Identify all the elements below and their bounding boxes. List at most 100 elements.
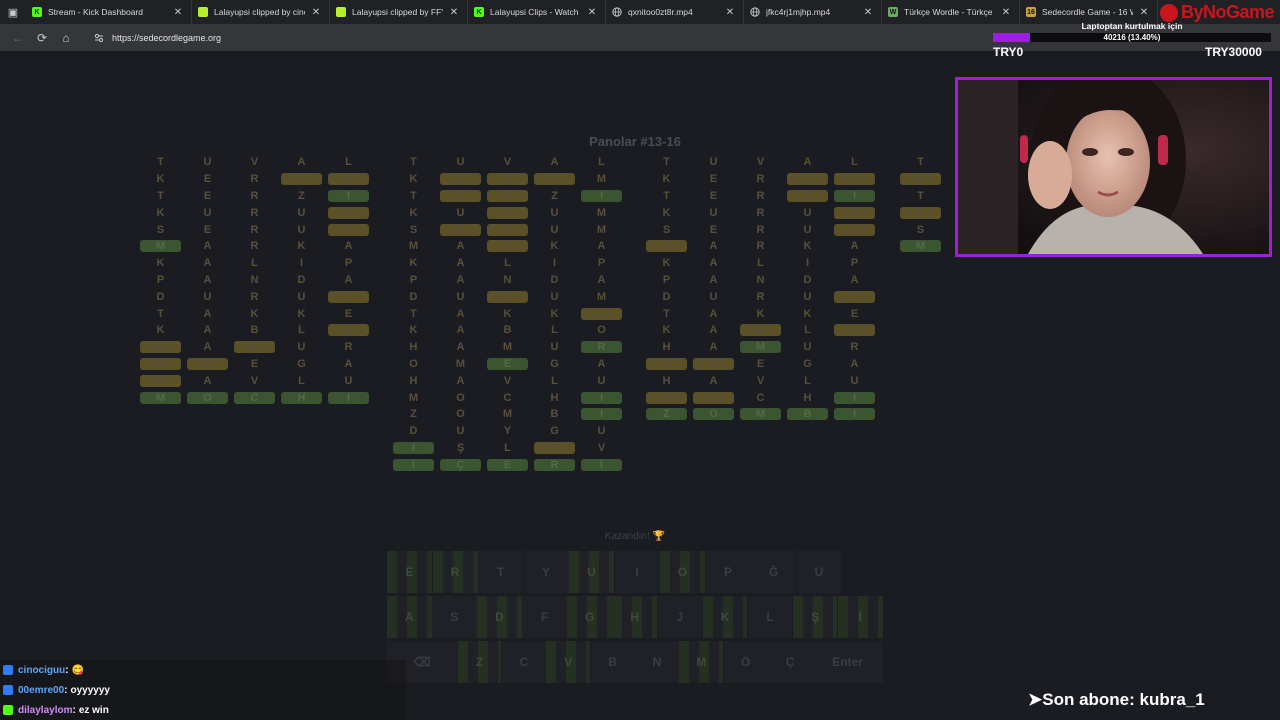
enter-key[interactable]: Enter [812,641,883,683]
tile-letter: M [834,290,875,303]
tile-letter: A [203,324,212,337]
key[interactable]: Y [523,551,569,593]
key[interactable]: B [590,641,635,683]
tab-close-icon[interactable]: ✕ [1137,7,1151,18]
key[interactable]: Ö [723,641,768,683]
letter-tile: A [831,356,878,373]
letter-tile: I [831,389,878,406]
tile-letter: U [297,206,306,219]
key[interactable]: V [546,641,591,683]
tile-letter: L [504,441,511,454]
tab-close-icon[interactable]: ✕ [309,7,323,18]
tab-title: Türkçe Wordle - Türkçe Keli… [904,7,995,17]
win-status: Kazandın! 🏆 [604,531,666,542]
browser-tab[interactable]: jfkc4rj1mjhp.mp4 ✕ [744,0,882,24]
key[interactable]: H [612,596,658,638]
guess-row: MO C H I [643,389,878,406]
keyboard-row: ⌫ Z C V B N M Ö Ç Enter [387,641,883,685]
tile-letter: U [203,290,212,303]
guess-row: HAVLU [643,372,878,389]
letter-tile: E [437,188,484,205]
guess-row: DURUM [643,288,878,305]
key[interactable]: Ş [792,596,838,638]
letter-tile: K [784,238,831,255]
letter-tile: R [484,238,531,255]
key[interactable]: Ü [796,551,842,593]
tile-letter: A [850,273,859,286]
letter-tile: L [578,154,625,171]
letter-tile: U [831,372,878,389]
letter-tile: H [643,372,690,389]
browser-tab[interactable]: Lalayupsi clipped by FFYou… ✕ [330,0,468,24]
key[interactable]: A [387,596,432,638]
tab-close-icon[interactable]: ✕ [861,7,875,18]
key[interactable]: G [567,596,612,638]
browser-tab[interactable]: K Lalayupsi Clips - Watch Live… ✕ [468,0,606,24]
tile-letter: K [409,257,418,270]
bynogame-logo: ByNoGame [1160,2,1275,23]
tab-close-icon[interactable]: ✕ [723,7,737,18]
letter-tile: A [184,238,231,255]
key[interactable]: C [501,641,546,683]
home-button[interactable]: ⌂ [54,27,78,49]
letter-tile: L [484,255,531,272]
guess-row: T E R ZI [643,188,878,205]
tile-letter: H [803,391,812,404]
tile-letter: Z [646,408,687,421]
key[interactable]: K [702,596,748,638]
key[interactable]: L [747,596,793,638]
letter-tile: S [137,221,184,238]
guess-row: OM E G A [137,356,372,373]
browser-tab[interactable]: K Stream - Kick Dashboard ✕ [26,0,192,24]
key[interactable]: I [614,551,660,593]
tile-letter: A [297,156,306,169]
browser-tab[interactable]: qxnitoo0zt8r.mp4 ✕ [606,0,744,24]
tile-letter: A [203,374,212,387]
key[interactable]: Z [457,641,502,683]
key[interactable]: S [432,596,477,638]
key[interactable]: M [679,641,724,683]
tab-close-icon[interactable]: ✕ [585,7,599,18]
key[interactable]: N [635,641,679,683]
letter-tile: L [278,372,325,389]
key[interactable]: F [522,596,567,638]
tab-close-icon[interactable]: ✕ [999,7,1013,18]
key[interactable]: R [432,551,478,593]
letter-tile: R [737,221,784,238]
key[interactable]: Ğ [751,551,796,593]
site-info-icon[interactable] [94,33,104,43]
letter-tile: R [737,238,784,255]
letter-tile: O [325,322,372,339]
key[interactable]: P [705,551,751,593]
key[interactable]: T [478,551,523,593]
letter-tile: K [278,305,325,322]
key[interactable]: U [569,551,614,593]
browser-tab[interactable]: Lalayupsi clipped by cinoc… ✕ [192,0,330,24]
letter-tile: D [784,272,831,289]
back-button[interactable]: ← [6,27,30,49]
letter-tile: T [643,154,690,171]
letter-tile: R [831,339,878,356]
letter-tile: C [737,389,784,406]
tile-letter: R [756,189,765,202]
tile-letter: Z [298,189,305,202]
letter-tile: K [531,305,578,322]
reload-button[interactable]: ⟳ [30,27,54,49]
key[interactable]: O [660,551,705,593]
address-bar[interactable]: https://sedecordlegame.org [86,27,986,48]
tile-letter: P [597,257,606,270]
tile-letter: E [709,189,718,202]
tab-close-icon[interactable]: ✕ [171,7,185,18]
tile-letter: C [503,391,512,404]
tile-letter: E [250,357,259,370]
tile-letter: A [456,374,465,387]
key[interactable]: İ [837,596,883,638]
tab-search-icon[interactable]: ▣ [0,0,26,24]
key[interactable]: D [477,596,522,638]
letter-tile: E [184,171,231,188]
key[interactable]: E [387,551,432,593]
key[interactable]: Ç [768,641,812,683]
key[interactable]: J [657,596,703,638]
tab-close-icon[interactable]: ✕ [447,7,461,18]
letter-tile: M [578,221,625,238]
